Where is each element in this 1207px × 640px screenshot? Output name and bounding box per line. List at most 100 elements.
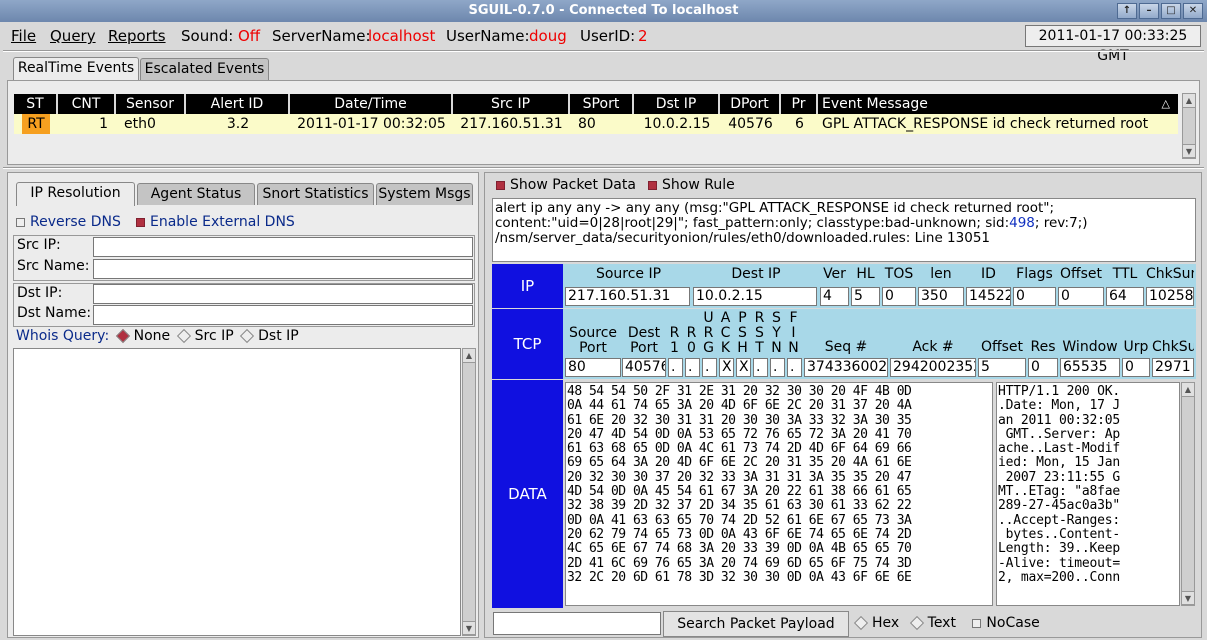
search-packet-payload-button[interactable]: Search Packet Payload — [663, 611, 849, 637]
reverse-dns-checkbox[interactable]: Reverse DNS — [16, 214, 121, 232]
events-scrollbar[interactable]: ▲ ▼ — [1182, 93, 1196, 159]
scroll-track — [1183, 108, 1195, 144]
menu-file[interactable]: File — [11, 27, 36, 45]
src-ip-field[interactable] — [93, 237, 473, 257]
tcp-flag-r1-value[interactable]: . — [668, 358, 683, 377]
shade-icon[interactable]: ↑ — [1117, 3, 1137, 19]
ip-flags-value[interactable]: 0 — [1013, 287, 1056, 306]
external-dns-checkbox[interactable]: Enable External DNS — [136, 214, 295, 232]
src-name-field[interactable] — [93, 259, 473, 279]
hex-dump[interactable]: 48 54 54 50 2F 31 2E 31 20 32 30 30 20 4… — [565, 382, 993, 606]
col-sensor[interactable]: Sensor — [116, 94, 186, 114]
ip-dest-ip-value[interactable]: 10.0.2.15 — [693, 287, 817, 306]
col-cnt[interactable]: CNT — [58, 94, 116, 114]
col-alert-id[interactable]: Alert ID — [186, 94, 290, 114]
scroll-down-icon[interactable]: ▼ — [1182, 591, 1194, 605]
col-event-message[interactable]: Event Message △ — [818, 94, 1178, 114]
tab-realtime-events[interactable]: RealTime Events — [13, 57, 139, 81]
menu-reports[interactable]: Reports — [108, 27, 166, 45]
tcp-flag-psh-value[interactable]: X — [736, 358, 751, 377]
scroll-down-icon[interactable]: ▼ — [463, 621, 475, 635]
whois-none-radio[interactable]: None — [114, 328, 170, 344]
maximize-icon[interactable]: □ — [1161, 3, 1181, 19]
tcp-flag-syn-value[interactable]: . — [770, 358, 785, 377]
scroll-up-icon[interactable]: ▲ — [463, 349, 475, 363]
tcp-offset-value[interactable]: 5 — [978, 358, 1026, 377]
ascii-dump[interactable]: HTTP/1.1 200 OK. .Date: Mon, 17 Jan 2011 … — [996, 382, 1180, 606]
tcp-chksum-value[interactable]: 2971 — [1152, 358, 1194, 377]
tcp-window-value[interactable]: 65535 — [1060, 358, 1120, 377]
reverse-dns-check-icon — [16, 217, 25, 227]
tcp-flag-rst-value[interactable]: . — [753, 358, 768, 377]
tcp-flag-urg-value[interactable]: . — [702, 358, 717, 377]
scroll-up-icon[interactable]: ▲ — [1183, 94, 1195, 108]
tcp-hdr-ack: ACK — [719, 311, 732, 356]
hex-radio[interactable]: Hex — [852, 615, 899, 631]
col-dport[interactable]: DPort — [720, 94, 781, 114]
ip-ttl-value[interactable]: 64 — [1106, 287, 1144, 306]
tcp-res-value[interactable]: 0 — [1028, 358, 1058, 377]
ip-id-value[interactable]: 14522 — [966, 287, 1011, 306]
hex-line: 32 2C 20 6D 61 78 3D 32 30 30 0D 0A 43 6… — [567, 569, 912, 585]
ascii-line: -Alive: timeout= — [998, 555, 1121, 571]
tab-agent-status[interactable]: Agent Status — [137, 183, 255, 205]
rule-text[interactable]: alert ip any any -> any any (msg:"GPL AT… — [492, 198, 1196, 262]
rt-badge: RT — [22, 114, 50, 134]
menu-query[interactable]: Query — [50, 27, 96, 45]
col-datetime[interactable]: Date/Time — [290, 94, 453, 114]
ip-ver-value[interactable]: 4 — [820, 287, 849, 306]
whois-query: Whois Query: None Src IP Dst IP — [16, 328, 299, 348]
whois-scrollbar[interactable]: ▲ ▼ — [462, 348, 476, 636]
whois-dstip-radio[interactable]: Dst IP — [238, 328, 299, 344]
ip-tos-value[interactable]: 0 — [882, 287, 916, 306]
cnt-cell: 1 — [99, 116, 108, 132]
scroll-up-icon[interactable]: ▲ — [1182, 383, 1194, 397]
close-icon[interactable]: ✕ — [1183, 3, 1203, 19]
ip-chksum-value[interactable]: 10258 — [1146, 287, 1194, 306]
ip-hl-value[interactable]: 5 — [851, 287, 880, 306]
tab-ip-resolution[interactable]: IP Resolution — [16, 182, 135, 206]
scroll-down-icon[interactable]: ▼ — [1183, 144, 1195, 158]
search-payload-input[interactable] — [493, 612, 661, 635]
ascii-line: 289-27-45ac0a3b" — [998, 498, 1121, 514]
reverse-dns-label: Reverse DNS — [30, 214, 121, 230]
col-sport[interactable]: SPort — [570, 94, 634, 114]
dst-ip-field[interactable] — [93, 284, 473, 304]
ip-len-value[interactable]: 350 — [918, 287, 964, 306]
col-src-ip[interactable]: Src IP — [453, 94, 570, 114]
col-st[interactable]: ST — [14, 94, 58, 114]
ip-offset-value[interactable]: 0 — [1058, 287, 1104, 306]
tcp-dest-port-value[interactable]: 40576 — [622, 358, 666, 377]
tab-snort-statistics[interactable]: Snort Statistics — [257, 183, 374, 205]
minimize-icon[interactable]: – — [1139, 3, 1159, 19]
rule-sid-link[interactable]: 498 — [1009, 215, 1035, 231]
ip-source-ip-value[interactable]: 217.160.51.31 — [565, 287, 690, 306]
text-radio[interactable]: Text — [908, 615, 956, 631]
col-pr[interactable]: Pr — [781, 94, 818, 114]
whois-output[interactable] — [13, 348, 461, 636]
rule-line-2-text: content:"uid=0|28|root|29|"; fast_patter… — [495, 215, 1010, 231]
hex-line: 69 65 64 3A 20 4D 6F 6E 2C 20 31 35 20 4… — [567, 455, 912, 471]
nocase-checkbox[interactable]: NoCase — [972, 615, 1040, 631]
data-scrollbar[interactable]: ▲ ▼ — [1181, 382, 1195, 606]
tcp-urp-value[interactable]: 0 — [1122, 358, 1150, 377]
dst-name-field[interactable] — [93, 305, 473, 325]
table-row[interactable]: RT 1 eth0 3.2 2011-01-17 00:32:05 217.16… — [14, 114, 1178, 134]
tcp-seq-value[interactable]: 374336002 — [804, 358, 888, 377]
show-packet-checkbox[interactable]: Show Packet Data — [496, 177, 636, 195]
ascii-line: Length: 39..Keep — [998, 541, 1121, 557]
ip-hdr-tos: TOS — [884, 266, 914, 282]
tcp-flag-fin-value[interactable]: . — [787, 358, 802, 377]
col-dst-ip[interactable]: Dst IP — [634, 94, 720, 114]
tcp-flag-ack-value[interactable]: X — [719, 358, 734, 377]
tcp-hdr-syn: SYN — [770, 311, 783, 356]
tcp-ack-value[interactable]: 2942002352 — [890, 358, 976, 377]
tcp-hdr-dest-port-2: Port — [630, 340, 658, 356]
user-label: UserName: — [446, 27, 530, 45]
show-rule-checkbox[interactable]: Show Rule — [648, 177, 735, 195]
tcp-flag-r0-value[interactable]: . — [685, 358, 700, 377]
whois-srcip-radio[interactable]: Src IP — [175, 328, 234, 344]
tab-escalated-events[interactable]: Escalated Events — [140, 58, 269, 80]
tab-system-msgs[interactable]: System Msgs — [376, 183, 473, 205]
tcp-source-port-value[interactable]: 80 — [565, 358, 621, 377]
